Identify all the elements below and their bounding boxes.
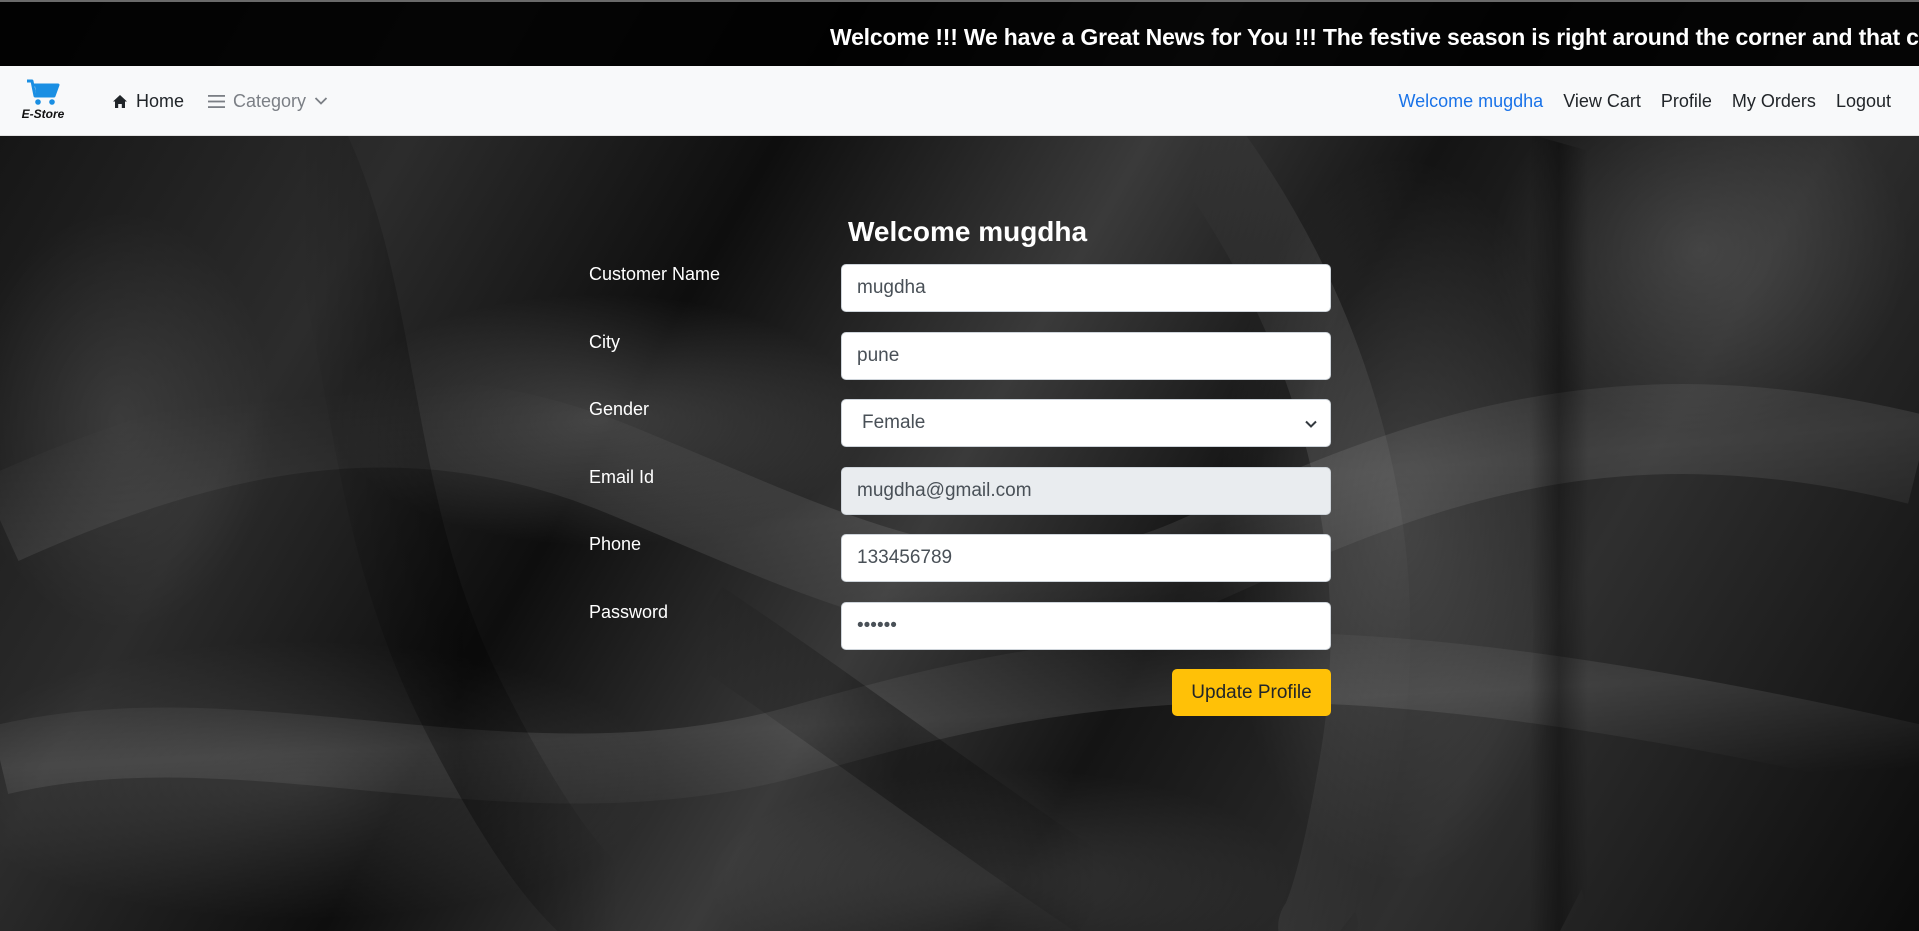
phone-input[interactable]: 133456789 xyxy=(841,534,1331,582)
gender-selected-value: Female xyxy=(862,412,926,433)
city-value: pune xyxy=(857,345,900,366)
menu-icon xyxy=(208,94,226,108)
password-row: Password •••••• xyxy=(589,602,1331,650)
brand-label: E-Store xyxy=(21,107,65,121)
city-label: City xyxy=(589,332,620,352)
customer-name-label: Customer Name xyxy=(589,264,721,284)
gender-label: Gender xyxy=(589,399,650,419)
customer-name-input[interactable]: mugdha xyxy=(841,264,1331,312)
nav-right: Welcome mugdha View Cart Profile My Orde… xyxy=(1398,66,1891,136)
announcement-marquee: Welcome !!! We have a Great News for You… xyxy=(0,0,1919,66)
password-input[interactable]: •••••• xyxy=(841,602,1331,650)
nav-profile-link[interactable]: Profile xyxy=(1661,91,1712,112)
nav-left: Home Category xyxy=(112,66,328,136)
email-row: Email Id mugdha@gmail.com xyxy=(589,467,1331,515)
email-value: mugdha@gmail.com xyxy=(857,480,1032,501)
nav-my-orders-link[interactable]: My Orders xyxy=(1732,91,1816,112)
city-row: City pune xyxy=(589,332,1331,380)
phone-value: 133456789 xyxy=(857,547,953,568)
chevron-down-icon xyxy=(314,97,328,105)
brand-logo[interactable]: E-Store xyxy=(18,78,68,124)
update-profile-button[interactable]: Update Profile xyxy=(1172,669,1331,716)
satin-background xyxy=(0,0,1919,931)
nav-welcome-user-link[interactable]: Welcome mugdha xyxy=(1398,91,1543,112)
nav-view-cart-link[interactable]: View Cart xyxy=(1563,91,1641,112)
navbar: E-Store Home Category Welcome mugdha Vie… xyxy=(0,66,1919,136)
nav-home-link[interactable]: Home xyxy=(112,91,184,112)
nav-category-dropdown[interactable]: Category xyxy=(208,91,328,112)
city-input[interactable]: pune xyxy=(841,332,1331,380)
gender-select[interactable]: Female xyxy=(841,399,1331,447)
customer-name-row: Customer Name mugdha xyxy=(589,264,1331,312)
satin-folds xyxy=(0,116,1919,931)
marquee-text: Welcome !!! We have a Great News for You… xyxy=(830,24,1919,50)
phone-row: Phone 133456789 xyxy=(589,534,1331,582)
email-input[interactable]: mugdha@gmail.com xyxy=(841,467,1331,515)
nav-home-label: Home xyxy=(136,90,185,111)
page-title: Welcome mugdha xyxy=(848,216,1088,247)
home-icon xyxy=(113,94,127,108)
nav-category-label: Category xyxy=(233,90,307,111)
shopping-cart-icon xyxy=(27,79,60,105)
customer-name-value: mugdha xyxy=(857,277,926,298)
phone-label: Phone xyxy=(589,534,642,554)
email-label: Email Id xyxy=(589,467,655,487)
password-label: Password xyxy=(589,602,669,622)
password-value: •••••• xyxy=(857,615,897,636)
nav-logout-link[interactable]: Logout xyxy=(1836,91,1891,112)
chevron-down-icon xyxy=(1305,420,1317,428)
gender-row: Gender Female xyxy=(589,399,1331,447)
